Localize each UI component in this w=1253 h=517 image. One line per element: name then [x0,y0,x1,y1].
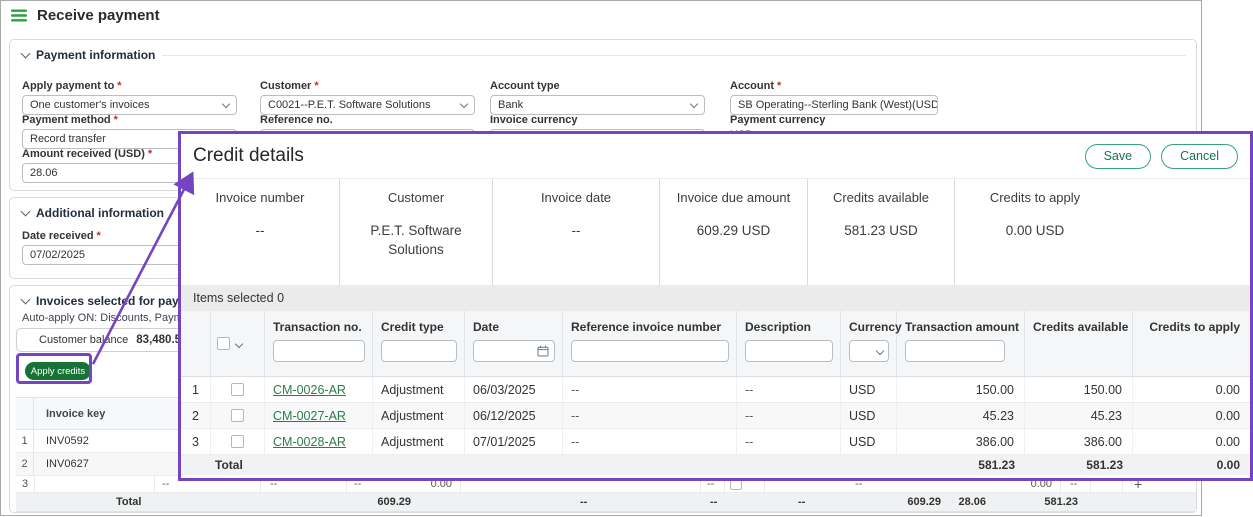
field-label: Account type [490,80,705,92]
chevron-down-icon [21,295,31,305]
column-header: Transaction amount [905,320,1024,334]
transaction-link[interactable]: CM-0028-AR [273,435,346,449]
section-divider [162,55,1186,56]
calendar-icon[interactable] [537,345,549,357]
field-label: Customer [260,80,475,92]
section-title: Payment information [36,48,155,62]
account-field: Account SB Operating--Sterling Bank (Wes… [730,80,938,115]
credits-total-row: Total 581.23 581.23 0.00 [181,455,1250,475]
summary-invoice-date: Invoice date -- [493,179,660,285]
column-header: Description [745,320,840,334]
column-header: Credit type [381,320,464,334]
summary-credits-available: Credits available 581.23 USD [808,179,955,285]
summary-credits-to-apply: Credits to apply 0.00 USD [955,179,1115,285]
modal-title: Credit details [193,145,304,167]
reference-invoice-filter-input[interactable] [571,340,729,362]
payment-information-toggle[interactable]: Payment information [22,48,155,62]
currency-filter-select[interactable] [849,340,889,362]
credit-summary: Invoice number -- Customer P.E.T. Softwa… [181,179,1250,285]
credits-to-apply-cell[interactable]: 0.00 [1133,429,1250,454]
field-label: Payment method [22,114,237,126]
field-label: Invoice currency [490,114,705,126]
field-label: Payment currency [730,114,938,126]
column-header: Credits available [1033,320,1132,334]
additional-information-toggle[interactable]: Additional information [22,206,164,220]
credits-to-apply-cell[interactable]: 0.00 [1133,377,1250,402]
chevron-down-icon [21,49,31,59]
items-selected-bar: Items selected 0 [181,285,1250,311]
customer-balance-label: Customer balance [39,334,128,346]
apply-payment-to-field: Apply payment to One customer's invoices [22,80,237,115]
chevron-down-icon [460,99,468,107]
row-checkbox[interactable] [231,383,244,396]
credit-details-modal: Credit details Save Cancel Invoice numbe… [178,131,1253,481]
credit-row: 2 CM-0027-AR Adjustment 06/12/2025 -- --… [181,403,1250,429]
section-title: Additional information [36,206,164,220]
invoice-key-header: Invoice key [34,408,105,420]
app-header: Receive payment [11,7,160,24]
transaction-link[interactable]: CM-0027-AR [273,409,346,423]
column-header: Currency [849,320,896,334]
customer-field: Customer C0021--P.E.T. Software Solution… [260,80,475,115]
row-checkbox[interactable] [231,435,244,448]
chevron-down-icon [876,347,884,355]
field-label: Account [730,80,938,92]
transaction-link[interactable]: CM-0026-AR [273,383,346,397]
apply-payment-to-select[interactable]: One customer's invoices [22,95,237,115]
credit-row: 1 CM-0026-AR Adjustment 06/03/2025 -- --… [181,377,1250,403]
row-checkbox[interactable] [231,409,244,422]
column-header: Credits to apply [1141,320,1240,334]
description-filter-input[interactable] [745,340,833,362]
chevron-down-icon [222,99,230,107]
save-button[interactable]: Save [1085,144,1152,169]
transaction-no-filter-input[interactable] [273,340,365,362]
select-all-checkbox[interactable] [217,337,230,350]
summary-customer: Customer P.E.T. Software Solutions [340,179,493,285]
screen: Receive payment Payment information Appl… [0,0,1253,517]
field-label: Reference no. [260,114,475,126]
page-title: Receive payment [37,7,160,24]
column-header: Date [473,320,562,334]
auto-apply-status: Auto-apply ON: Discounts, Payment [22,312,198,324]
invoice-key-cell: INV0627 [34,458,89,470]
chevron-down-icon [21,207,31,217]
summary-invoice-due-amount: Invoice due amount 609.29 USD [660,179,808,285]
summary-invoice-number: Invoice number -- [181,179,340,285]
chevron-down-icon[interactable] [235,339,243,347]
account-type-field: Account type Bank [490,80,705,115]
menu-icon[interactable] [11,9,27,22]
credits-table-header: Transaction no. Credit type Date [181,311,1250,377]
field-label: Apply payment to [22,80,237,92]
date-filter-input[interactable] [473,340,555,362]
account-select[interactable]: SB Operating--Sterling Bank (West)(USD) [730,95,938,115]
apply-credits-button[interactable]: Apply credits [25,362,91,380]
customer-select[interactable]: C0021--P.E.T. Software Solutions [260,95,475,115]
column-header: Reference invoice number [571,320,736,334]
credits-to-apply-cell[interactable]: 0.00 [1133,403,1250,428]
credit-type-filter-input[interactable] [381,340,457,362]
invoice-key-cell: INV0592 [34,435,89,447]
column-header: Transaction no. [273,320,372,334]
modal-titlebar: Credit details Save Cancel [181,134,1250,179]
transaction-amount-filter-input[interactable] [905,340,1005,362]
credit-row: 3 CM-0028-AR Adjustment 07/01/2025 -- --… [181,429,1250,455]
invoices-table-total-row: Total 609.29 -- -- -- 609.29 28.06 581.2… [16,493,1196,512]
cancel-button[interactable]: Cancel [1161,144,1238,169]
account-type-select[interactable]: Bank [490,95,705,115]
chevron-down-icon [690,99,698,107]
